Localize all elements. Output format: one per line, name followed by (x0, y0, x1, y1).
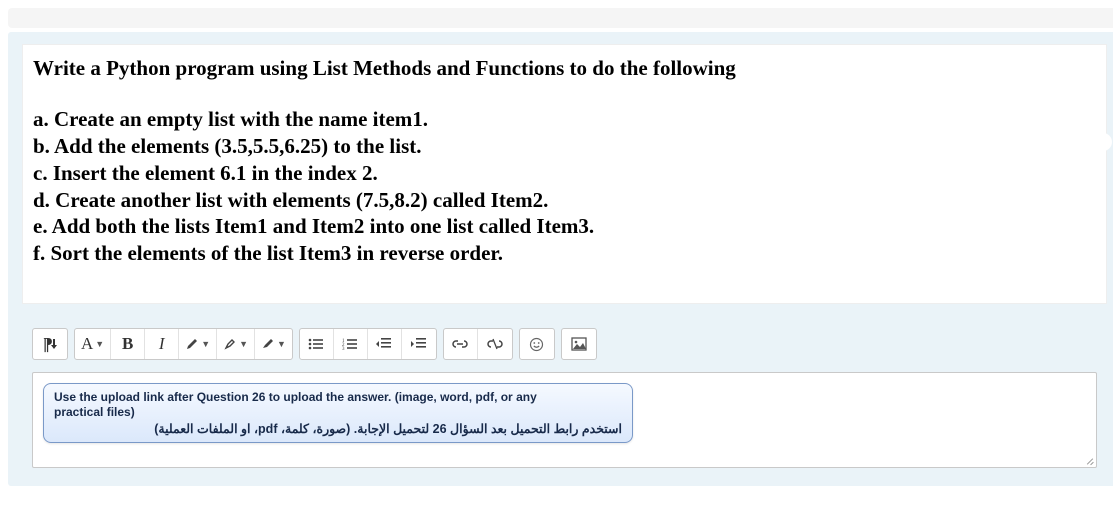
ordered-list-button[interactable]: 1 2 3 (334, 329, 368, 359)
annotation-highlight (1002, 133, 1112, 151)
question-item-f: f. Sort the elements of the list Item3 i… (33, 240, 1096, 267)
notice-english: Use the upload link after Question 26 to… (54, 390, 622, 419)
unlink-icon (487, 337, 503, 351)
indent-button[interactable] (402, 329, 436, 359)
highlight-color-dropdown[interactable]: ▼ (217, 329, 255, 359)
notice-arabic: استخدم رابط التحميل بعد السؤال 26 لتحميل… (54, 421, 622, 436)
question-item-d: d. Create another list with elements (7.… (33, 187, 1096, 214)
caret-down-icon: ▼ (95, 339, 104, 349)
question-title: Write a Python program using List Method… (33, 55, 1096, 82)
image-button[interactable] (562, 329, 596, 359)
caret-down-icon: ▼ (277, 339, 286, 349)
clear-format-dropdown[interactable]: ▼ (255, 329, 292, 359)
question-item-e: e. Add both the lists Item1 and Item2 in… (33, 213, 1096, 240)
highlighter-icon (223, 337, 237, 351)
caret-down-icon: ▼ (239, 339, 248, 349)
question-list: a. Create an empty list with the name it… (33, 106, 1096, 267)
pencil-icon (185, 337, 199, 351)
link-icon (452, 337, 468, 351)
image-icon (571, 337, 587, 351)
link-button[interactable] (444, 329, 478, 359)
svg-text:3: 3 (342, 347, 345, 351)
upload-notice: Use the upload link after Question 26 to… (43, 383, 633, 443)
unordered-list-button[interactable] (300, 329, 334, 359)
smile-icon (529, 337, 544, 352)
indent-icon (411, 337, 427, 351)
outdent-icon (376, 337, 392, 351)
unlink-button[interactable] (478, 329, 512, 359)
paragraph-direction-button[interactable]: ¶ (33, 329, 67, 359)
resize-handle[interactable] (1082, 453, 1094, 465)
question-item-a: a. Create an empty list with the name it… (33, 106, 1096, 133)
ul-icon (308, 337, 324, 351)
font-label: A (81, 334, 93, 354)
ol-icon: 1 2 3 (342, 337, 358, 351)
outdent-button[interactable] (368, 329, 402, 359)
editor-toolbar: ¶ A ▼ B I ▼ (22, 322, 1107, 366)
font-family-dropdown[interactable]: A ▼ (75, 329, 111, 359)
question-item-c: c. Insert the element 6.1 in the index 2… (33, 160, 1096, 187)
bold-button[interactable]: B (111, 329, 145, 359)
text-color-dropdown[interactable]: ▼ (179, 329, 217, 359)
eraser-icon (261, 337, 275, 351)
emoji-button[interactable] (520, 329, 554, 359)
answer-textarea[interactable]: Use the upload link after Question 26 to… (32, 372, 1097, 468)
question-prompt: Write a Python program using List Method… (22, 44, 1107, 304)
italic-button[interactable]: I (145, 329, 179, 359)
caret-down-icon: ▼ (201, 339, 210, 349)
card-spacer (8, 8, 1113, 28)
paragraph-icon: ¶ (43, 334, 53, 355)
question-card: Write a Python program using List Method… (8, 32, 1113, 486)
question-item-b: b. Add the elements (3.5,5.5,6.25) to th… (33, 133, 1096, 160)
